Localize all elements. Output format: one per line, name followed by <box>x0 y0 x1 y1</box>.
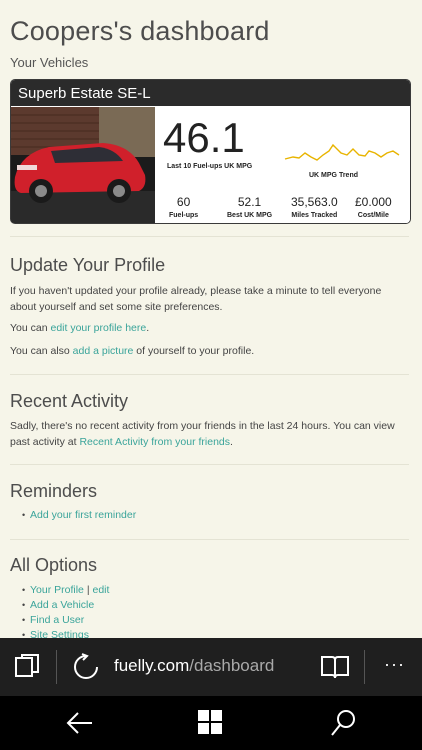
divider <box>10 464 409 465</box>
vehicles-heading: Your Vehicles <box>10 55 89 70</box>
reading-view-icon[interactable] <box>320 653 350 686</box>
text: of yourself to your profile. <box>133 345 255 357</box>
vehicle-card[interactable]: Superb Estate SE-L 46.1 Last 10 Fuel-ups… <box>10 79 411 224</box>
profile-intro: If you haven't updated your profile alre… <box>10 285 382 313</box>
mpg-trend-line <box>284 143 400 161</box>
recent-activity-link[interactable]: Recent Activity from your friends <box>79 436 230 448</box>
add-vehicle-link[interactable]: Add a Vehicle <box>30 599 94 611</box>
stat-label: Best UK MPG <box>227 212 273 219</box>
separator <box>364 650 365 684</box>
divider <box>10 236 409 237</box>
list-item: Site Settings <box>22 628 109 638</box>
site-settings-link[interactable]: Site Settings <box>30 629 89 638</box>
windows-start-icon[interactable] <box>197 709 223 740</box>
url-domain: fuelly.com <box>114 656 190 675</box>
more-menu-icon[interactable]: ··· <box>384 654 405 675</box>
system-nav-bar <box>0 696 422 750</box>
vehicle-photo[interactable] <box>11 107 155 223</box>
profile-edit-line: You can edit your profile here. <box>10 320 410 336</box>
car-image <box>11 107 155 223</box>
stat-miles: 35,563.0 Miles Tracked <box>291 195 338 219</box>
add-reminder-link[interactable]: Add your first reminder <box>30 509 136 521</box>
list-item: Your Profile | edit <box>22 583 109 598</box>
text: . <box>230 436 233 448</box>
vehicle-name[interactable]: Superb Estate SE-L <box>11 80 410 106</box>
refresh-icon[interactable] <box>72 653 100 686</box>
text: . <box>146 322 150 334</box>
mpg-trend-chart <box>284 143 400 161</box>
url-path: /dashboard <box>189 656 275 675</box>
your-profile-link[interactable]: Your Profile <box>30 584 84 596</box>
stat-value: 35,563.0 <box>291 195 338 209</box>
divider <box>10 374 409 375</box>
trend-label: UK MPG Trend <box>309 172 359 179</box>
add-picture-link[interactable]: add a picture <box>73 345 134 357</box>
stat-best-mpg: 52.1 Best UK MPG <box>227 195 272 219</box>
options-heading: All Options <box>10 555 98 575</box>
options-list: Your Profile | edit Add a Vehicle Find a… <box>22 583 109 638</box>
stat-value: 60 <box>176 195 191 209</box>
browser-toolbar: fuelly.com/dashboard ··· <box>0 638 422 696</box>
page-content: Coopers's dashboard Your Vehicles Superb… <box>0 0 422 638</box>
stat-label: Miles Tracked <box>291 212 338 219</box>
separator: | <box>86 584 90 596</box>
reminders-heading: Reminders <box>10 481 98 501</box>
find-user-link[interactable]: Find a User <box>30 614 84 626</box>
profile-heading: Update Your Profile <box>10 255 166 275</box>
stat-fuelups: 60 Fuel-ups <box>169 195 198 219</box>
list-item: Add your first reminder <box>22 508 136 523</box>
stat-label: Fuel-ups <box>169 212 199 219</box>
activity-heading: Recent Activity <box>10 391 129 411</box>
mpg-label: Last 10 Fuel-ups UK MPG <box>167 163 253 170</box>
stat-cost: £0.000 Cost/Mile <box>355 195 392 219</box>
stat-value: 52.1 <box>237 195 262 209</box>
mpg-value: 46.1 <box>163 114 245 161</box>
address-bar[interactable]: fuelly.com/dashboard <box>114 656 274 676</box>
divider <box>10 539 409 540</box>
activity-text: Sadly, there's no recent activity from y… <box>10 418 410 450</box>
page-title: Coopers's dashboard <box>10 16 270 46</box>
list-item: Add a Vehicle <box>22 598 109 613</box>
tabs-icon[interactable] <box>14 654 42 685</box>
reminders-list: Add your first reminder <box>22 508 136 523</box>
edit-profile-link[interactable]: edit your profile here <box>50 322 146 334</box>
text: You can also <box>10 345 73 357</box>
stat-value: £0.000 <box>355 195 392 209</box>
edit-link[interactable]: edit <box>92 584 109 596</box>
separator <box>56 650 57 684</box>
text: You can <box>10 322 51 334</box>
vehicle-stats: 46.1 Last 10 Fuel-ups UK MPG UK MPG Tren… <box>155 107 410 223</box>
list-item: Find a User <box>22 613 109 628</box>
profile-picture-line: You can also add a picture of yourself t… <box>10 343 410 359</box>
search-icon[interactable] <box>330 709 356 742</box>
stat-label: Cost/Mile <box>357 212 389 219</box>
back-arrow-icon[interactable] <box>66 710 94 741</box>
